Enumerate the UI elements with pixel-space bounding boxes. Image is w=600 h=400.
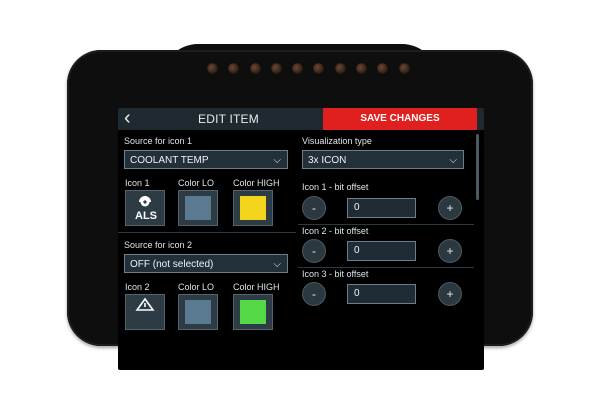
icon3-offset-input[interactable]: 0 [347,284,416,304]
icon2-color-high-picker[interactable] [233,294,273,330]
chevron-down-icon: ⌵ [273,155,281,166]
shift-light-led [207,63,218,74]
minus-icon: - [312,287,316,301]
scrollbar[interactable] [476,134,479,200]
shift-light-led [228,63,240,74]
icon1-offset-label: Icon 1 - bit offset [302,182,369,192]
visualization-type-value: 3x ICON [308,155,347,166]
icon1-name: ALS [135,210,157,222]
source-icon1-select[interactable]: COOLANT TEMP ⌵ [124,150,288,169]
color-lo-swatch [185,300,211,324]
icon2-label: Icon 2 [125,282,150,292]
source-icon2-label: Source for icon 2 [124,240,193,250]
section-divider [118,232,296,233]
source-icon1-value: COOLANT TEMP [130,155,209,166]
shift-lights [207,63,410,74]
icon3-offset-label: Icon 3 - bit offset [302,269,369,279]
color-lo-label: Color LO [178,178,215,188]
color-lo-label-2: Color LO [178,282,215,292]
icon1-offset-decrement[interactable]: - [302,196,326,220]
chevron-down-icon: ⌵ [449,155,457,166]
color-lo-swatch [185,196,211,220]
back-button[interactable]: ‹ [124,108,140,129]
icon1-offset-input[interactable]: 0 [347,198,416,218]
shift-light-led [377,63,389,74]
color-high-swatch [240,196,266,220]
icon1-color-high-picker[interactable] [233,190,273,226]
chevron-down-icon: ⌵ [273,259,281,270]
dash-display-device: ‹ EDIT ITEM SAVE CHANGES Source for icon… [67,44,533,370]
save-changes-button[interactable]: SAVE CHANGES [323,108,477,130]
shift-light-led [398,63,410,74]
icon1-color-lo-picker[interactable] [178,190,218,226]
section-divider [298,267,474,268]
chevron-left-icon: ‹ [124,108,131,129]
screen: ‹ EDIT ITEM SAVE CHANGES Source for icon… [118,108,484,370]
color-high-label-2: Color HIGH [233,282,280,292]
shift-light-led [270,63,282,74]
visualization-type-select[interactable]: 3x ICON ⌵ [302,150,464,169]
icon2-picker[interactable] [125,294,165,330]
source-icon2-select[interactable]: OFF (not selected) ⌵ [124,254,288,273]
icon2-offset-input[interactable]: 0 [347,241,416,261]
icon2-color-lo-picker[interactable] [178,294,218,330]
minus-icon: - [312,201,316,215]
icon1-picker[interactable]: ALS [125,190,165,226]
icon1-offset-increment[interactable]: + [438,196,462,220]
section-divider [298,224,474,225]
icon2-offset-increment[interactable]: + [438,239,462,263]
plus-icon: + [446,244,454,258]
icon2-offset-label: Icon 2 - bit offset [302,226,369,236]
minus-icon: - [312,244,316,258]
source-icon2-value: OFF (not selected) [130,259,214,270]
warning-icon [135,297,155,311]
header-bar: ‹ EDIT ITEM SAVE CHANGES [118,108,484,130]
shift-light-led [356,63,368,74]
page-title: EDIT ITEM [198,112,259,126]
visualization-type-label: Visualization type [302,136,372,146]
icon3-offset-increment[interactable]: + [438,282,462,306]
color-high-swatch [240,300,266,324]
shift-light-led [334,63,346,74]
icon2-offset-decrement[interactable]: - [302,239,326,263]
shift-light-led [292,63,304,74]
shift-light-led [313,63,325,74]
icon3-offset-decrement[interactable]: - [302,282,326,306]
plus-icon: + [446,201,454,215]
plus-icon: + [446,287,454,301]
shift-light-led [249,63,261,74]
source-icon1-label: Source for icon 1 [124,136,193,146]
color-high-label: Color HIGH [233,178,280,188]
icon1-label: Icon 1 [125,178,150,188]
